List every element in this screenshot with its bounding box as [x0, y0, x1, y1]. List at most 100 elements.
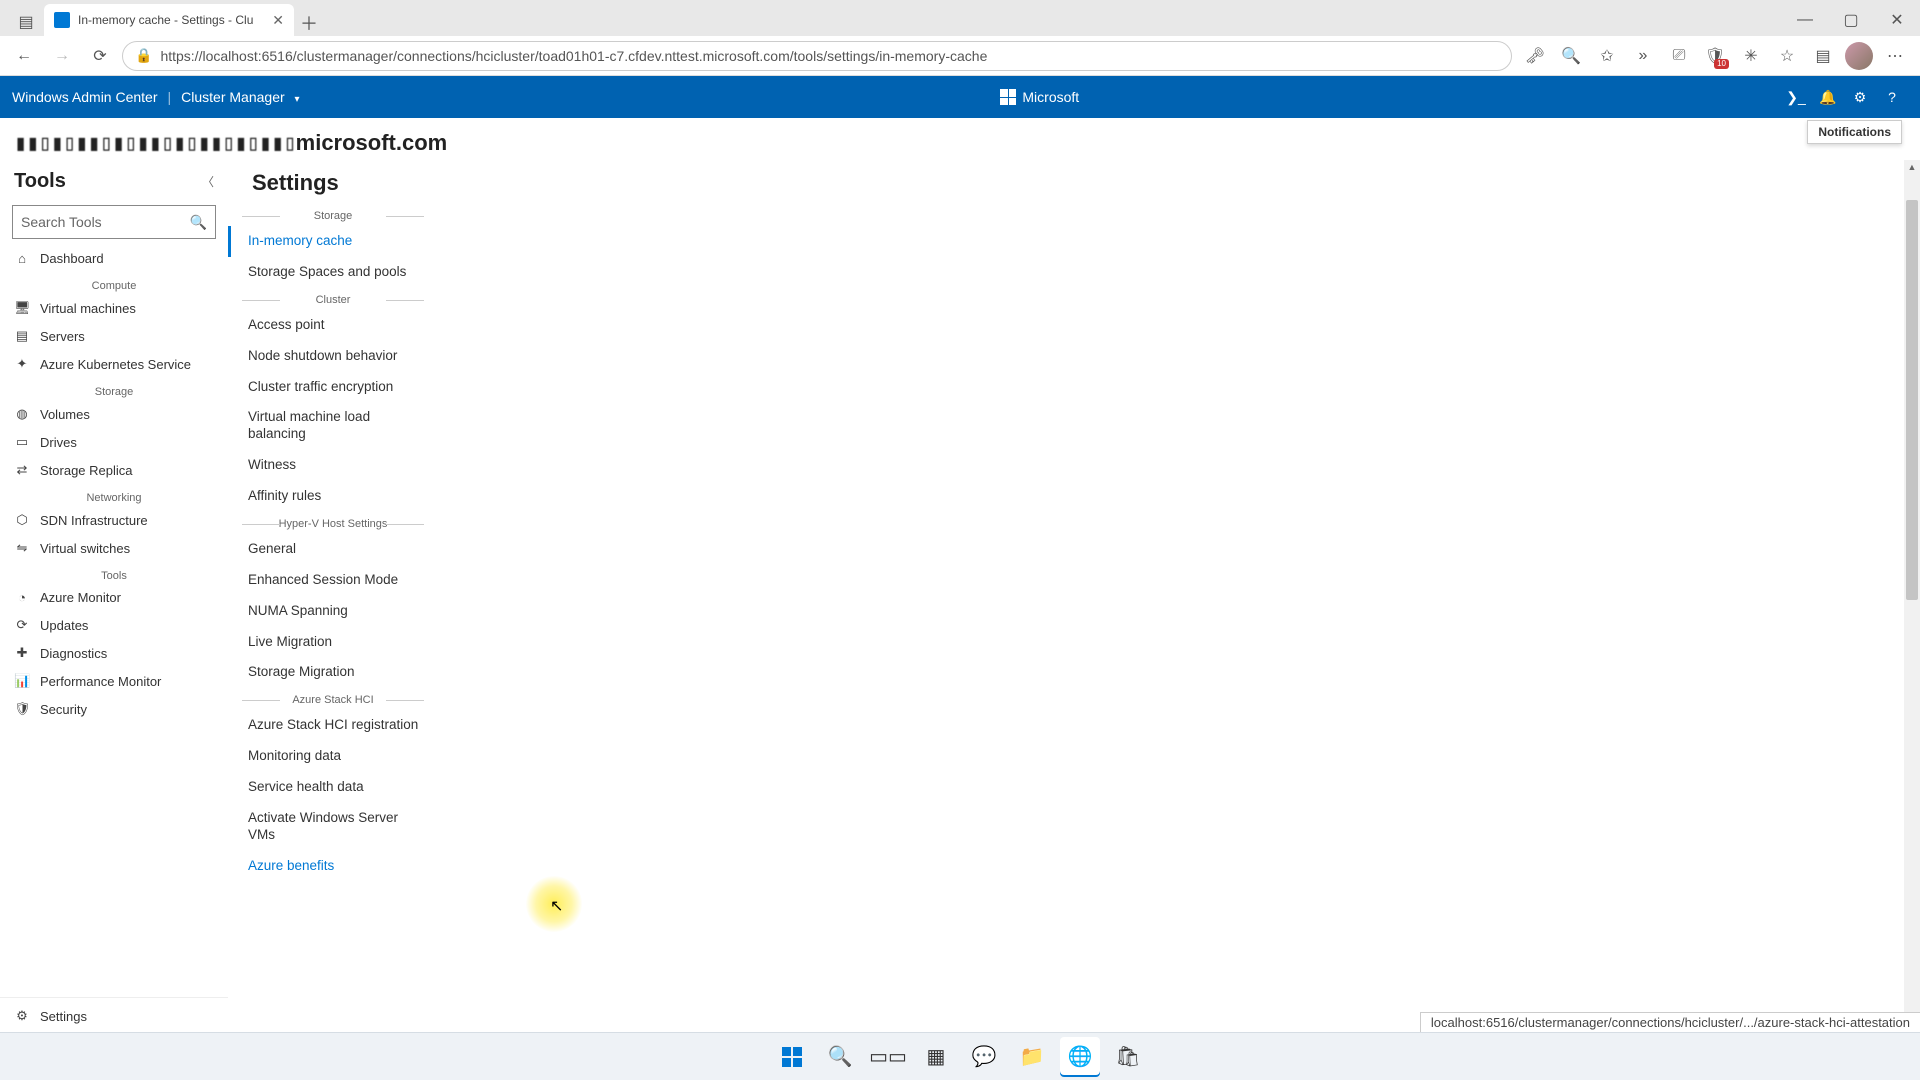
help-icon[interactable]: ? [1876, 81, 1908, 113]
tools-search-input[interactable]: Search Tools 🔍 [12, 205, 216, 239]
sidebar-item-sdn-infrastructure[interactable]: ⬡SDN Infrastructure [0, 506, 228, 534]
sidebar-item-servers[interactable]: ▤Servers [0, 322, 228, 350]
tools-sidebar: Tools 〈 Search Tools 🔍 ⌂DashboardCompute… [0, 160, 228, 1034]
separator: | [168, 89, 172, 105]
settings-item-witness[interactable]: Witness [228, 450, 438, 481]
vertical-scrollbar[interactable]: ▲ ▼ [1904, 160, 1920, 1034]
close-tab-icon[interactable]: ✕ [272, 12, 284, 29]
cluster-name-suffix: microsoft.com [296, 130, 448, 155]
vm-icon: 🖥 [14, 300, 30, 316]
file-explorer-icon[interactable]: 📁 [1012, 1037, 1052, 1077]
cursor-highlight [526, 876, 582, 932]
tools-group-label: Networking [0, 492, 228, 504]
close-window-button[interactable]: ✕ [1874, 4, 1920, 36]
extensions-icon[interactable]: ✳ [1734, 40, 1768, 72]
powershell-icon[interactable]: ❯_ [1780, 81, 1812, 113]
sidebar-item-volumes[interactable]: ◍Volumes [0, 400, 228, 428]
settings-item-cluster-traffic-encryption[interactable]: Cluster traffic encryption [228, 372, 438, 403]
status-bar-url: localhost:6516/clustermanager/connection… [1420, 1012, 1920, 1034]
edge-browser-icon[interactable]: 🌐 [1060, 1037, 1100, 1077]
menu-icon[interactable]: ⋯ [1878, 40, 1912, 72]
sidebar-item-drives[interactable]: ▭Drives [0, 428, 228, 456]
tab-actions-icon[interactable]: ▤ [8, 8, 44, 36]
maximize-button[interactable]: ▢ [1828, 4, 1874, 36]
home-icon: ⌂ [14, 251, 30, 266]
settings-item-monitoring-data[interactable]: Monitoring data [228, 741, 438, 772]
settings-item-numa-spanning[interactable]: NUMA Spanning [228, 596, 438, 627]
product-title[interactable]: Windows Admin Center [12, 89, 158, 105]
profile-avatar[interactable] [1842, 40, 1876, 72]
sidebar-item-diagnostics[interactable]: ✚Diagnostics [0, 639, 228, 667]
aks-icon: ✦ [14, 356, 30, 372]
settings-group-label: Cluster [248, 294, 418, 306]
scroll-up-icon[interactable]: ▲ [1904, 162, 1920, 172]
security-icon: 🛡 [14, 701, 30, 717]
sidebar-item-storage-replica[interactable]: ⇄Storage Replica [0, 456, 228, 484]
new-tab-button[interactable]: ＋ [294, 10, 324, 36]
favorite-icon[interactable]: ✩ [1590, 40, 1624, 72]
settings-item-node-shutdown-behavior[interactable]: Node shutdown behavior [228, 341, 438, 372]
volume-icon: ◍ [14, 406, 30, 422]
context-dropdown[interactable]: Cluster Manager ▾ [181, 89, 299, 105]
settings-item-azure-benefits[interactable]: Azure benefits [228, 851, 438, 882]
zoom-icon[interactable]: 🔍 [1554, 40, 1588, 72]
sidebar-item-performance-monitor[interactable]: 📊Performance Monitor [0, 667, 228, 695]
task-view-icon[interactable]: ▭▭ [868, 1037, 908, 1077]
replica-icon: ⇄ [14, 462, 30, 478]
settings-item-storage-spaces-and-pools[interactable]: Storage Spaces and pools [228, 257, 438, 288]
drive-icon: ▭ [14, 434, 30, 450]
widgets-icon[interactable]: ▦ [916, 1037, 956, 1077]
taskbar-search-icon[interactable]: 🔍 [820, 1037, 860, 1077]
sidebar-item-settings[interactable]: ⚙ Settings [0, 997, 228, 1034]
settings-item-in-memory-cache[interactable]: In-memory cache [228, 226, 438, 257]
collapse-sidebar-icon[interactable]: 〈 [202, 173, 214, 190]
settings-item-enhanced-session-mode[interactable]: Enhanced Session Mode [228, 565, 438, 596]
browser-tab[interactable]: In-memory cache - Settings - Clu ✕ [44, 4, 294, 36]
tools-group-label: Tools [0, 570, 228, 582]
sidebar-item-azure-monitor[interactable]: ◔Azure Monitor [0, 584, 228, 611]
gear-icon: ⚙ [14, 1008, 30, 1024]
scrollbar-thumb[interactable] [1906, 200, 1918, 600]
sidebar-item-updates[interactable]: ⟳Updates [0, 611, 228, 639]
refresh-button[interactable]: ⟳ [84, 40, 116, 72]
back-button[interactable]: ← [8, 40, 40, 72]
microsoft-logo: Microsoft [1000, 89, 1079, 105]
password-icon[interactable]: 🗝 [1518, 40, 1552, 72]
extensions-overflow-icon[interactable]: » [1626, 40, 1660, 72]
monitor-icon: ◔ [14, 590, 30, 605]
settings-icon[interactable]: ⚙ [1844, 81, 1876, 113]
settings-group-label: Storage [248, 210, 418, 222]
settings-item-general[interactable]: General [228, 534, 438, 565]
sidebar-item-azure-kubernetes-service[interactable]: ✦Azure Kubernetes Service [0, 350, 228, 378]
settings-item-service-health-data[interactable]: Service health data [228, 772, 438, 803]
vswitch-icon: ⇋ [14, 540, 30, 556]
minimize-button[interactable]: ― [1782, 4, 1828, 36]
settings-group-label: Hyper-V Host Settings [248, 518, 418, 530]
sidebar-item-virtual-machines[interactable]: 🖥Virtual machines [0, 294, 228, 322]
reading-list-icon[interactable]: ▤ [1806, 40, 1840, 72]
settings-item-live-migration[interactable]: Live Migration [228, 627, 438, 658]
tab-favicon-icon [54, 12, 70, 28]
favorites-bar-icon[interactable]: ☆ [1770, 40, 1804, 72]
tab-title: In-memory cache - Settings - Clu [78, 13, 264, 27]
tools-group-label: Storage [0, 386, 228, 398]
settings-item-activate-windows-server-vms[interactable]: Activate Windows Server VMs [228, 803, 438, 851]
server-icon: ▤ [14, 328, 30, 344]
start-button[interactable] [772, 1037, 812, 1077]
settings-item-virtual-machine-load-balancing[interactable]: Virtual machine load balancing [228, 402, 438, 450]
address-bar[interactable]: 🔒 https://localhost:6516/clustermanager/… [122, 41, 1512, 71]
collections-icon[interactable]: ⎚ [1662, 40, 1696, 72]
settings-item-access-point[interactable]: Access point [228, 310, 438, 341]
diag-icon: ✚ [14, 645, 30, 661]
store-icon[interactable]: 🛍 [1108, 1037, 1148, 1077]
sidebar-item-security[interactable]: 🛡Security [0, 695, 228, 723]
sidebar-item-virtual-switches[interactable]: ⇋Virtual switches [0, 534, 228, 562]
settings-item-affinity-rules[interactable]: Affinity rules [228, 481, 438, 512]
notifications-icon[interactable]: 🔔 [1812, 81, 1844, 113]
chat-icon[interactable]: 💬 [964, 1037, 1004, 1077]
settings-item-storage-migration[interactable]: Storage Migration [228, 657, 438, 688]
settings-item-azure-stack-hci-registration[interactable]: Azure Stack HCI registration [228, 710, 438, 741]
adblock-icon[interactable]: 🛡10 [1698, 40, 1732, 72]
sidebar-item-dashboard[interactable]: ⌂Dashboard [0, 245, 228, 272]
search-icon: 🔍 [190, 214, 207, 231]
